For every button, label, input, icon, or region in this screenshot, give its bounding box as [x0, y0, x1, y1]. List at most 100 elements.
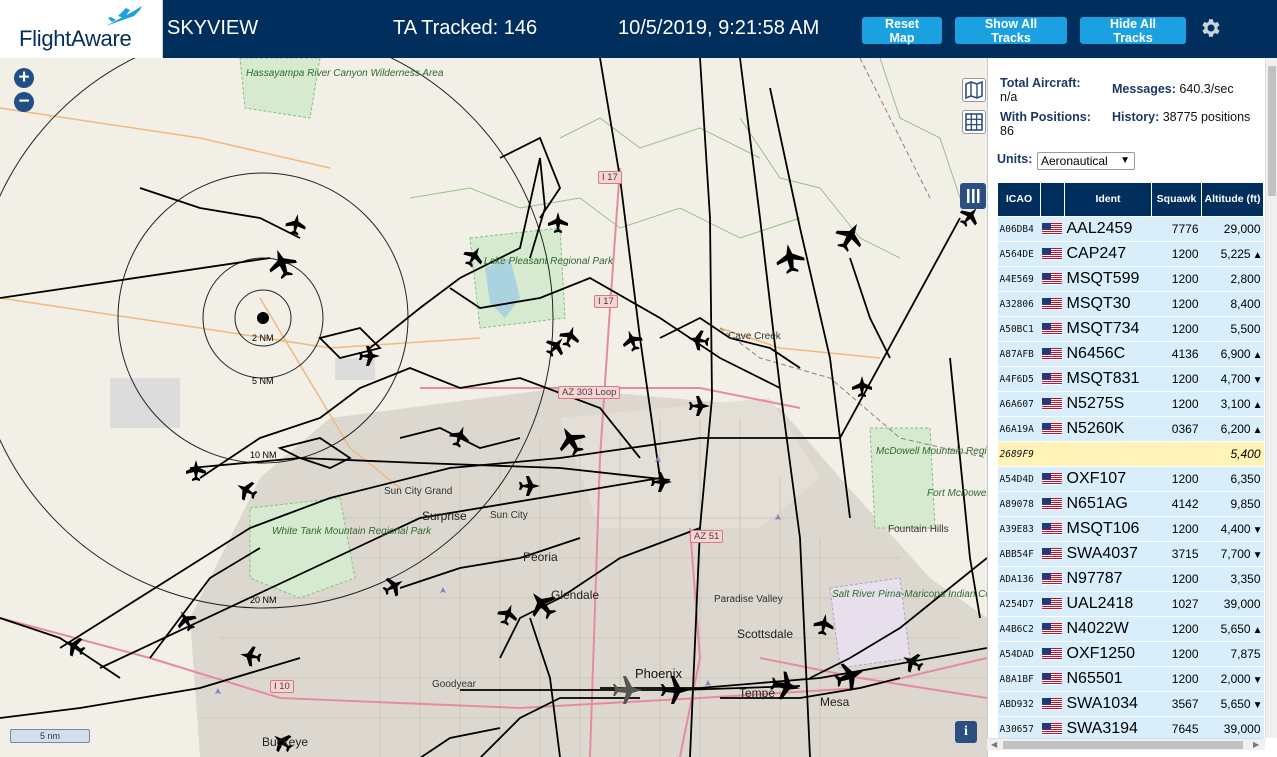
cell-altitude: 5,500	[1201, 316, 1264, 342]
units-select[interactable]: Aeronautical ▼	[1037, 152, 1135, 170]
cell-ident: SWA1034	[1064, 691, 1152, 717]
cell-icao: A87AFB	[997, 341, 1041, 367]
us-flag-icon	[1041, 545, 1062, 562]
info-button[interactable]: i	[955, 721, 977, 743]
altitude-trend-icon: ▲	[1252, 250, 1263, 261]
column-toggle-button[interactable]	[960, 183, 986, 209]
cell-icao: A4F6D5	[997, 366, 1041, 392]
show-all-tracks-button[interactable]: Show All Tracks	[955, 17, 1067, 45]
flightaware-logo[interactable]: FlightAware	[0, 0, 163, 58]
altitude-value: 6,350	[1230, 472, 1261, 486]
table-row[interactable]: A54D4D OXF107 1200 6,350	[997, 466, 1264, 492]
units-label: Units:	[997, 152, 1033, 166]
cell-flag	[1040, 516, 1065, 542]
scroll-right-icon[interactable]: ▶	[1253, 740, 1259, 749]
cell-squawk	[1151, 441, 1202, 467]
hide-all-tracks-button[interactable]: Hide All Tracks	[1080, 17, 1186, 45]
col-header-ident[interactable]: Ident	[1064, 182, 1152, 217]
table-row[interactable]: A50BC1 MSQT734 1200 5,500	[997, 316, 1264, 342]
cell-icao: A8A1BF	[997, 666, 1041, 692]
cell-icao: ADA136	[997, 566, 1041, 592]
altitude-value: 5,225	[1220, 247, 1251, 261]
table-row[interactable]: A06DB4 AAL2459 7776 29,000	[997, 216, 1264, 242]
table-row[interactable]: A8A1BF N65501 1200 2,000 ▼	[997, 666, 1264, 692]
cell-squawk: 4136	[1151, 341, 1202, 367]
map-label-lake-pleasant: Lake Pleasant Regional Park	[484, 256, 613, 267]
col-header-icao[interactable]: ICAO	[997, 182, 1041, 217]
table-row[interactable]: A4B6C2 N4022W 1200 5,650 ▲	[997, 616, 1264, 642]
us-flag-icon	[1041, 245, 1062, 262]
vertical-scroll-thumb[interactable]	[1268, 66, 1276, 196]
scroll-left-icon[interactable]: ◀	[991, 740, 997, 749]
map-scale-bar: 5 nm	[10, 729, 90, 743]
altitude-value: 39,000	[1223, 597, 1261, 611]
table-row[interactable]: A254D7 UAL2418 1027 39,000	[997, 591, 1264, 617]
range-ring-label-2nm: 2 NM	[252, 333, 274, 343]
altitude-trend-icon: ▼	[1252, 675, 1263, 686]
horizontal-scroll-thumb[interactable]	[1003, 741, 1243, 749]
altitude-trend-icon: ▲	[1252, 350, 1263, 361]
cell-squawk: 1027	[1151, 591, 1202, 617]
aircraft-table: ICAO Ident Squawk Altitude (ft) A06DB4 AA…	[997, 182, 1264, 742]
col-header-altitude[interactable]: Altitude (ft)	[1201, 182, 1264, 217]
altitude-value: 3,350	[1230, 572, 1261, 586]
top-header: FlightAware SKYVIEW TA Tracked: 146 10/5…	[0, 0, 1277, 58]
cell-icao: A39E83	[997, 516, 1041, 542]
col-header-squawk[interactable]: Squawk	[1151, 182, 1202, 217]
us-flag-icon	[1041, 420, 1062, 437]
table-row[interactable]: ADA136 N97787 1200 3,350	[997, 566, 1264, 592]
map-label-buckeye: Buckeye	[262, 735, 309, 749]
cell-ident	[1064, 441, 1152, 467]
cell-altitude: 8,400	[1201, 291, 1264, 317]
cell-altitude: 5,650 ▼	[1201, 691, 1264, 717]
table-row[interactable]: A6A19A N5260K 0367 6,200 ▲	[997, 416, 1264, 442]
table-row[interactable]: A4F6D5 MSQT831 1200 4,700 ▼	[997, 366, 1264, 392]
table-row[interactable]: A54DAD OXF1250 1200 7,875	[997, 641, 1264, 667]
map-layers-button[interactable]	[962, 78, 986, 102]
cell-altitude: 6,900 ▲	[1201, 341, 1264, 367]
altitude-value: 7,700	[1220, 547, 1251, 561]
table-row[interactable]: A4E569 MSQT599 1200 2,800	[997, 266, 1264, 292]
cell-altitude: 5,400	[1201, 441, 1264, 467]
horizontal-scrollbar[interactable]: ◀ ▶	[987, 738, 1265, 750]
cell-altitude: 7,875	[1201, 641, 1264, 667]
table-row[interactable]: A87AFB N6456C 4136 6,900 ▲	[997, 341, 1264, 367]
reset-map-button[interactable]: Reset Map	[862, 17, 942, 45]
cell-altitude: 6,200 ▲	[1201, 416, 1264, 442]
vertical-scrollbar[interactable]	[1265, 58, 1277, 738]
table-row[interactable]: A89078 N651AG 4142 9,850	[997, 491, 1264, 517]
cell-squawk: 7776	[1151, 216, 1202, 242]
stat-history-value: 38775 positions	[1162, 110, 1251, 124]
us-flag-icon	[1041, 295, 1062, 312]
cell-flag	[1040, 316, 1065, 342]
altitude-value: 5,500	[1230, 322, 1261, 336]
zoom-out-button[interactable]: −	[14, 92, 34, 112]
map-view[interactable]: Hassayampa River Canyon Wilderness Area …	[0, 58, 987, 757]
table-row[interactable]: A32806 MSQT30 1200 8,400	[997, 291, 1264, 317]
cell-icao: A6A19A	[997, 416, 1041, 442]
altitude-value: 5,400	[1230, 447, 1261, 461]
altitude-value: 7,875	[1230, 647, 1261, 661]
altitude-trend-icon: ▼	[1252, 550, 1263, 561]
units-select-value: Aeronautical	[1041, 154, 1108, 168]
map-label-mesa: Mesa	[820, 695, 850, 709]
zoom-in-button[interactable]: +	[14, 68, 34, 88]
us-flag-icon	[1041, 320, 1062, 337]
range-ring-label-10nm: 10 NM	[250, 450, 277, 460]
table-row[interactable]: ABD932 SWA1034 3567 5,650 ▼	[997, 691, 1264, 717]
table-row[interactable]: A39E83 MSQT106 1200 4,400 ▼	[997, 516, 1264, 542]
clock: 10/5/2019, 9:21:58 AM	[618, 17, 820, 39]
ta-tracked-count: TA Tracked: 146	[393, 17, 538, 39]
map-label-peoria: Peoria	[523, 550, 558, 564]
table-row[interactable]: A6A607 N5275S 1200 3,100 ▲	[997, 391, 1264, 417]
col-header-flag[interactable]	[1040, 182, 1065, 217]
map-grid-button[interactable]	[962, 110, 986, 134]
table-row[interactable]: A564DE CAP247 1200 5,225 ▲	[997, 241, 1264, 267]
gear-icon[interactable]	[1198, 16, 1222, 40]
altitude-trend-icon: ▲	[1252, 400, 1263, 411]
table-row[interactable]: ABB54F SWA4037 3715 7,700 ▼	[997, 541, 1264, 567]
cell-flag	[1040, 416, 1065, 442]
table-row[interactable]: 2689F9 5,400	[997, 441, 1264, 467]
logo-text: FlightAware	[19, 26, 132, 51]
map-label-fort-mcdowell: Fort McDowell Yavapai Nation	[927, 488, 987, 499]
